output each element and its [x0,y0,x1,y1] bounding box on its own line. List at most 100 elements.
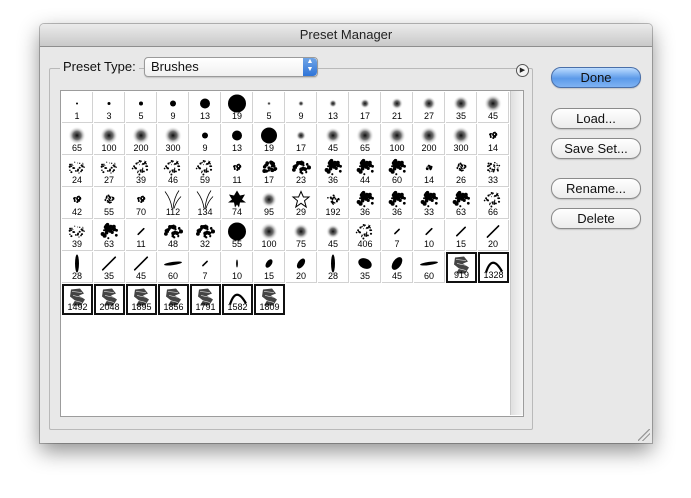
brush-preset-cell[interactable]: 75 [286,220,317,251]
brush-preset-cell[interactable]: 65 [350,124,381,155]
brush-preset-cell[interactable]: 63 [446,188,477,219]
brush-preset-cell[interactable]: 35 [350,252,381,283]
brush-preset-cell[interactable]: 300 [446,124,477,155]
brush-preset-cell[interactable]: 36 [350,188,381,219]
brush-preset-cell[interactable]: 1328 [478,252,509,283]
brush-preset-cell[interactable]: 9 [286,92,317,123]
brush-preset-cell[interactable]: 919 [446,252,477,283]
brush-preset-cell[interactable]: 1582 [222,284,253,315]
brush-preset-cell[interactable]: 45 [126,252,157,283]
brush-preset-cell[interactable]: 1791 [190,284,221,315]
brush-preset-cell[interactable]: 13 [190,92,221,123]
brush-preset-cell[interactable]: 13 [222,124,253,155]
brush-preset-cell[interactable]: 36 [318,156,349,187]
flyout-menu-icon[interactable]: ▶ [516,64,529,77]
brush-preset-cell[interactable]: 35 [94,252,125,283]
brush-preset-cell[interactable]: 66 [478,188,509,219]
brush-preset-cell[interactable]: 406 [350,220,381,251]
brush-preset-cell[interactable]: 24 [62,156,93,187]
rename-button[interactable]: Rename... [551,178,641,199]
brush-preset-cell[interactable]: 134 [190,188,221,219]
brush-preset-cell[interactable]: 36 [382,188,413,219]
brush-preset-cell[interactable]: 45 [478,92,509,123]
brush-preset-cell[interactable]: 19 [254,124,285,155]
brush-preset-cell[interactable]: 33 [414,188,445,219]
brush-preset-cell[interactable]: 27 [414,92,445,123]
brush-preset-cell[interactable]: 39 [62,220,93,251]
brush-preset-cell[interactable]: 7 [190,252,221,283]
brush-preset-cell[interactable]: 45 [318,124,349,155]
brush-preset-cell[interactable]: 35 [446,92,477,123]
brush-preset-cell[interactable]: 17 [350,92,381,123]
brush-preset-cell[interactable]: 5 [254,92,285,123]
brush-preset-cell[interactable]: 3 [94,92,125,123]
brush-preset-cell[interactable]: 63 [94,220,125,251]
brush-preset-cell[interactable]: 44 [350,156,381,187]
brush-preset-cell[interactable]: 19 [222,92,253,123]
brush-preset-cell[interactable]: 27 [94,156,125,187]
brush-preset-cell[interactable]: 59 [190,156,221,187]
brush-preset-grid[interactable]: 1 3 5 9 13 19 5 9 13 17 21 27 35 45 65 100 200 300 9 13 19 17… [60,90,524,417]
brush-preset-cell[interactable]: 48 [158,220,189,251]
brush-preset-cell[interactable]: 10 [414,220,445,251]
brush-preset-cell[interactable]: 33 [478,156,509,187]
load-button[interactable]: Load... [551,108,641,129]
brush-preset-cell[interactable]: 60 [382,156,413,187]
brush-preset-cell[interactable]: 15 [254,252,285,283]
brush-preset-cell[interactable]: 17 [254,156,285,187]
brush-preset-cell[interactable]: 100 [254,220,285,251]
brush-preset-cell[interactable]: 13 [318,92,349,123]
brush-preset-cell[interactable]: 46 [158,156,189,187]
brush-preset-cell[interactable]: 1809 [254,284,285,315]
brush-preset-cell[interactable]: 100 [94,124,125,155]
brush-preset-cell[interactable]: 112 [158,188,189,219]
brush-preset-cell[interactable]: 20 [286,252,317,283]
brush-preset-cell[interactable]: 11 [222,156,253,187]
brush-preset-cell[interactable]: 65 [62,124,93,155]
brush-preset-cell[interactable]: 2048 [94,284,125,315]
grid-scrollbar[interactable] [510,91,523,415]
brush-preset-cell[interactable]: 28 [318,252,349,283]
brush-preset-cell[interactable]: 21 [382,92,413,123]
brush-preset-cell[interactable]: 39 [126,156,157,187]
delete-button[interactable]: Delete [551,208,641,229]
brush-preset-cell[interactable]: 200 [126,124,157,155]
brush-preset-cell[interactable]: 15 [446,220,477,251]
brush-preset-cell[interactable]: 74 [222,188,253,219]
brush-preset-cell[interactable]: 42 [62,188,93,219]
brush-preset-cell[interactable]: 45 [382,252,413,283]
resize-grip-icon[interactable] [638,429,650,441]
brush-preset-cell[interactable]: 100 [382,124,413,155]
brush-preset-cell[interactable]: 20 [478,220,509,251]
brush-preset-cell[interactable]: 23 [286,156,317,187]
brush-preset-cell[interactable]: 55 [222,220,253,251]
brush-preset-cell[interactable]: 1492 [62,284,93,315]
brush-preset-cell[interactable]: 55 [94,188,125,219]
brush-preset-cell[interactable]: 45 [318,220,349,251]
brush-preset-cell[interactable]: 1 [62,92,93,123]
brush-preset-cell[interactable]: 17 [286,124,317,155]
brush-preset-cell[interactable]: 95 [254,188,285,219]
brush-preset-cell[interactable]: 70 [126,188,157,219]
save-set-button[interactable]: Save Set... [551,138,641,159]
brush-preset-cell[interactable]: 60 [414,252,445,283]
brush-preset-cell[interactable]: 192 [318,188,349,219]
brush-preset-cell[interactable]: 14 [478,124,509,155]
preset-type-select[interactable]: Brushes ▲ ▼ [144,57,318,77]
brush-preset-cell[interactable]: 1856 [158,284,189,315]
brush-preset-cell[interactable]: 9 [158,92,189,123]
brush-preset-cell[interactable]: 11 [126,220,157,251]
done-button[interactable]: Done [551,67,641,88]
brush-preset-cell[interactable]: 200 [414,124,445,155]
brush-preset-cell[interactable]: 7 [382,220,413,251]
brush-preset-cell[interactable]: 9 [190,124,221,155]
brush-preset-cell[interactable]: 5 [126,92,157,123]
brush-preset-cell[interactable]: 1895 [126,284,157,315]
brush-preset-cell[interactable]: 29 [286,188,317,219]
brush-preset-cell[interactable]: 300 [158,124,189,155]
brush-preset-cell[interactable]: 14 [414,156,445,187]
brush-preset-cell[interactable]: 28 [62,252,93,283]
brush-preset-cell[interactable]: 10 [222,252,253,283]
brush-preset-cell[interactable]: 32 [190,220,221,251]
brush-preset-cell[interactable]: 26 [446,156,477,187]
